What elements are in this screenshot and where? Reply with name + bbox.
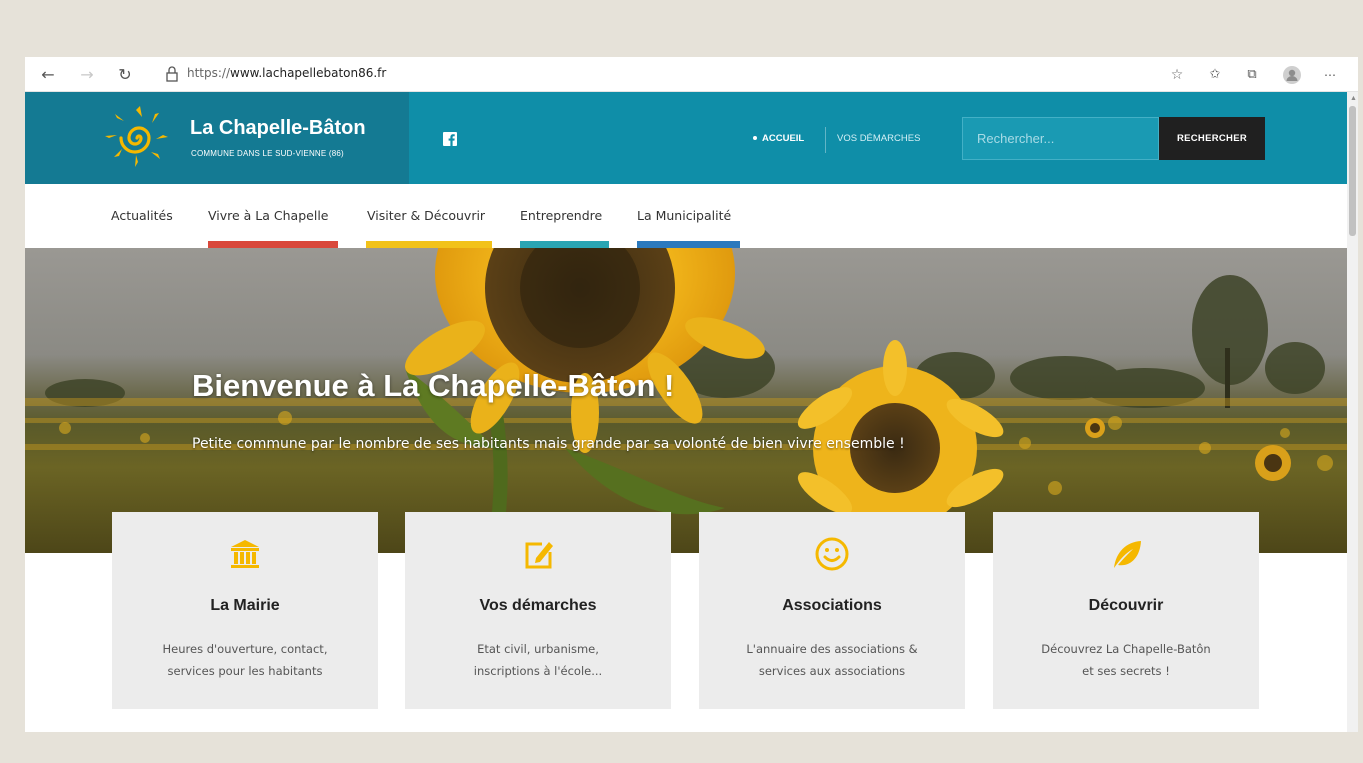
hero-title: Bienvenue à La Chapelle-Bâton ! xyxy=(192,368,675,403)
nav-bar-red xyxy=(208,241,338,248)
active-dot-icon xyxy=(753,136,757,141)
nav-bar-yellow xyxy=(366,241,492,248)
url-host: www.lachapellebaton86.fr xyxy=(230,66,387,80)
scroll-up-icon[interactable]: ▲ xyxy=(1350,95,1357,102)
favorites-icon[interactable]: ✩ xyxy=(1205,65,1225,85)
town-hall-icon xyxy=(231,540,259,568)
card-la-mairie[interactable]: La Mairie Heures d'ouverture, contact, s… xyxy=(112,512,378,709)
favorite-star-icon[interactable]: ☆ xyxy=(1167,65,1187,85)
hero-subtitle: Petite commune par le nombre de ses habi… xyxy=(192,436,905,452)
nav-la-municipalite[interactable]: La Municipalité xyxy=(637,208,731,223)
card-desc-line: services aux associations xyxy=(758,664,906,678)
card-title: Découvrir xyxy=(1088,597,1164,614)
card-associations[interactable]: Associations L'annuaire des associations… xyxy=(699,512,965,709)
nav-vivre-a-la-chapelle[interactable]: Vivre à La Chapelle xyxy=(208,208,328,223)
card-desc-line: services pour les habitants xyxy=(167,664,323,678)
collections-icon[interactable]: ⧉ xyxy=(1242,65,1262,85)
card-desc-line: et ses secrets ! xyxy=(1082,664,1170,678)
site-header: La Chapelle-Bâton COMMUNE DANS LE SUD-VI… xyxy=(25,92,1347,184)
nav-bar-blue xyxy=(637,241,740,248)
more-icon[interactable]: ⋯ xyxy=(1320,65,1340,85)
nav-entreprendre[interactable]: Entreprendre xyxy=(520,208,602,223)
scroll-thumb[interactable] xyxy=(1349,106,1356,236)
leaf-icon xyxy=(1114,541,1141,568)
nav-visiter-decouvrir[interactable]: Visiter & Découvrir xyxy=(367,208,485,223)
card-decouvrir[interactable]: Découvrir Découvrez La Chapelle-Batôn et… xyxy=(993,512,1259,709)
profile-icon[interactable] xyxy=(1282,65,1302,85)
back-icon[interactable]: ← xyxy=(38,65,58,85)
facebook-icon[interactable] xyxy=(443,132,457,146)
nav-vos-demarches[interactable]: VOS DÉMARCHES xyxy=(837,133,920,144)
card-desc-line: Etat civil, urbanisme, xyxy=(477,642,599,656)
nav-accueil[interactable]: ACCUEIL xyxy=(753,133,804,144)
card-desc-line: Découvrez La Chapelle-Batôn xyxy=(1041,642,1211,656)
card-desc-line: inscriptions à l'école... xyxy=(473,664,603,678)
site-name: La Chapelle-Bâton xyxy=(190,117,366,139)
page-scrollbar[interactable]: ▲ xyxy=(1347,92,1358,732)
forward-icon[interactable]: → xyxy=(77,65,97,85)
card-description: Découvrez La Chapelle-Batôn et ses secre… xyxy=(1013,638,1239,682)
url-protocol: https:// xyxy=(187,66,231,80)
card-title: Vos démarches xyxy=(479,597,597,614)
site-tagline: COMMUNE DANS LE SUD-VIENNE (86) xyxy=(191,149,344,158)
main-navigation: Actualités Vivre à La Chapelle Visiter &… xyxy=(25,184,1347,248)
logo-link[interactable]: La Chapelle-Bâton COMMUNE DANS LE SUD-VI… xyxy=(25,92,409,184)
card-vos-demarches[interactable]: Vos démarches Etat civil, urbanisme, ins… xyxy=(405,512,671,709)
nav-divider xyxy=(825,127,826,153)
search-input[interactable]: Rechercher... xyxy=(962,117,1159,160)
hero-banner: Bienvenue à La Chapelle-Bâton ! Petite c… xyxy=(25,248,1347,553)
browser-window: ← → ↻ https://www.lachapellebaton86.fr ☆… xyxy=(25,57,1358,732)
card-description: L'annuaire des associations & services a… xyxy=(719,638,945,682)
smiley-icon xyxy=(815,537,849,571)
search-button[interactable]: RECHERCHER xyxy=(1159,117,1265,160)
card-description: Heures d'ouverture, contact, services po… xyxy=(132,638,358,682)
card-description: Etat civil, urbanisme, inscriptions à l'… xyxy=(425,638,651,682)
sun-logo-icon xyxy=(105,106,168,167)
nav-bar-teal xyxy=(520,241,609,248)
url-text: https://www.lachapellebaton86.fr xyxy=(187,66,386,80)
edit-form-icon xyxy=(525,542,553,569)
browser-toolbar: ← → ↻ https://www.lachapellebaton86.fr ☆… xyxy=(25,57,1358,92)
address-bar[interactable]: https://www.lachapellebaton86.fr xyxy=(165,63,1165,86)
nav-actualites[interactable]: Actualités xyxy=(111,208,173,223)
card-desc-line: Heures d'ouverture, contact, xyxy=(162,642,328,656)
nav-accueil-label: ACCUEIL xyxy=(762,133,805,144)
card-title: La Mairie xyxy=(210,597,280,614)
lock-icon xyxy=(166,66,178,82)
card-title: Associations xyxy=(782,597,882,614)
refresh-icon[interactable]: ↻ xyxy=(115,65,135,85)
card-desc-line: L'annuaire des associations & xyxy=(746,642,918,656)
